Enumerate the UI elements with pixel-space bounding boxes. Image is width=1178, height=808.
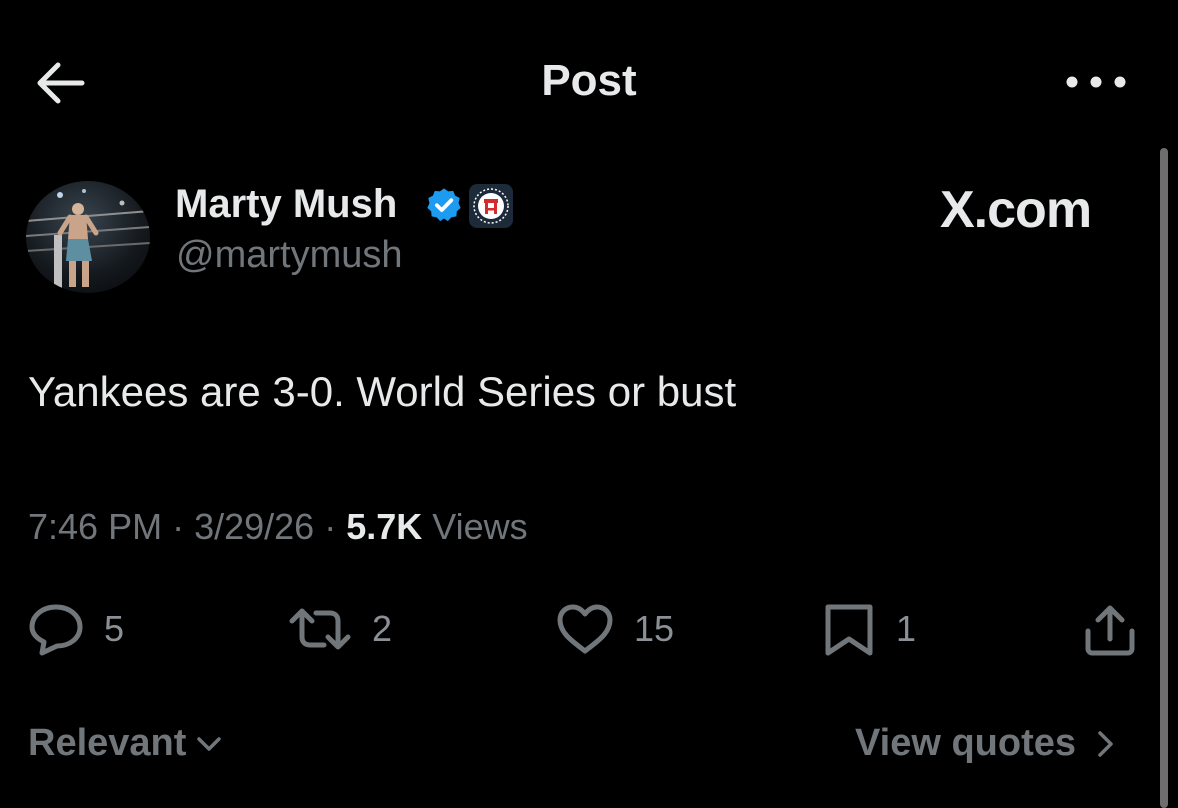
view-quotes-link[interactable]: View quotes [855, 722, 1122, 765]
views-count: 5.7K [346, 506, 423, 547]
page-title: Post [541, 56, 637, 105]
reply-button[interactable]: 5 [26, 598, 124, 660]
avatar[interactable] [26, 181, 150, 293]
reply-count: 5 [104, 608, 125, 649]
repost-count: 2 [372, 608, 393, 649]
bookmark-count: 1 [896, 608, 917, 649]
views-label: Views [432, 506, 528, 547]
more-options-button[interactable] [1060, 60, 1132, 104]
repost-icon [289, 608, 351, 650]
post-meta: 7:46 PM · 3/29/26 · 5.7K Views [28, 506, 528, 548]
chevron-down-icon [197, 736, 222, 751]
verified-badge-icon [425, 186, 463, 224]
chevron-right-icon [1098, 730, 1113, 757]
post-text: Yankees are 3-0. World Series or bust [28, 368, 737, 415]
sort-replies-dropdown[interactable]: Relevant [28, 722, 226, 765]
barstool-affiliate-icon[interactable] [468, 183, 514, 229]
author-display-name[interactable]: Marty Mush [175, 182, 397, 227]
back-arrow-icon [37, 62, 85, 104]
view-quotes-label: View quotes [855, 722, 1077, 764]
like-icon [557, 604, 613, 654]
reply-icon [29, 604, 83, 656]
sort-label: Relevant [28, 722, 187, 764]
repost-button[interactable]: 2 [286, 598, 392, 660]
x-com-watermark: X.com [940, 181, 1092, 239]
bookmark-button[interactable]: 1 [820, 598, 916, 660]
share-button[interactable] [1080, 598, 1140, 660]
scrollbar[interactable] [1160, 148, 1168, 808]
meta-separator: · [172, 506, 195, 547]
bookmark-icon [825, 604, 873, 656]
post-date[interactable]: 3/29/26 [194, 506, 314, 547]
like-count: 15 [634, 608, 675, 649]
back-button[interactable] [30, 56, 90, 110]
share-icon [1085, 605, 1135, 656]
post-time[interactable]: 7:46 PM [28, 506, 162, 547]
like-button[interactable]: 15 [554, 598, 674, 660]
more-options-icon [1066, 76, 1126, 88]
author-handle[interactable]: @martymush [176, 234, 403, 277]
meta-separator: · [324, 506, 347, 547]
